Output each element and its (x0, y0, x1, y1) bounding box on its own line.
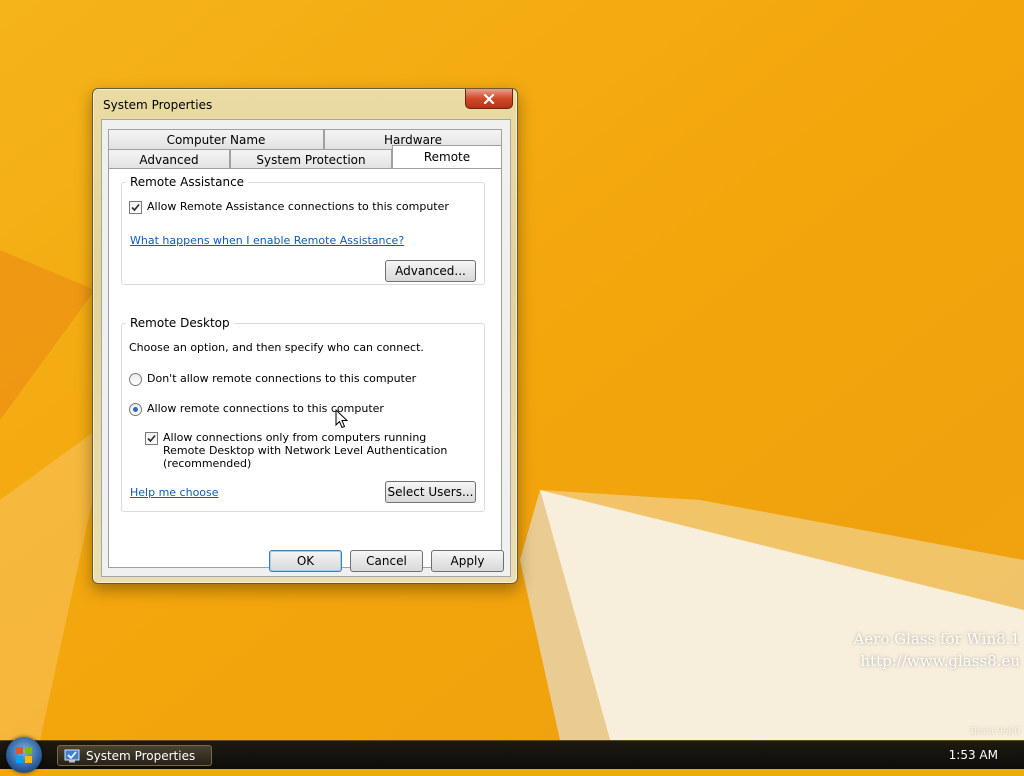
dont-allow-remote-label: Don't allow remote connections to this c… (147, 372, 417, 385)
check-icon (131, 203, 140, 212)
help-me-choose-link[interactable]: Help me choose (130, 486, 219, 499)
radio-circle[interactable] (129, 373, 142, 386)
tab-advanced[interactable]: Advanced (108, 149, 230, 169)
tab-system-protection[interactable]: System Protection (230, 149, 392, 169)
close-icon (483, 93, 495, 104)
remote-desktop-instruction: Choose an option, and then specify who c… (129, 341, 424, 354)
watermark-build: Build 9600 (970, 727, 1020, 737)
tab-computer-name[interactable]: Computer Name (108, 129, 324, 149)
radio-circle-selected[interactable] (129, 403, 142, 416)
dialog-client-area: Computer Name Hardware Advanced System P… (101, 119, 511, 577)
remote-desktop-legend: Remote Desktop (130, 316, 230, 330)
tab-remote[interactable]: Remote (392, 145, 502, 168)
checkbox-box[interactable] (129, 201, 142, 214)
remote-assistance-legend: Remote Assistance (130, 175, 245, 189)
nla-checkbox-label: Allow connections only from computers ru… (163, 431, 448, 470)
taskbar-item-label: System Properties (86, 748, 196, 763)
title-bar[interactable]: System Properties (93, 89, 517, 121)
dont-allow-remote-radio[interactable]: Don't allow remote connections to this c… (129, 372, 416, 386)
taskbar: System Properties 1:53 AM (0, 737, 1024, 773)
mouse-cursor-icon (335, 409, 349, 429)
close-button[interactable] (465, 89, 513, 109)
allow-remote-assistance-checkbox[interactable]: Allow Remote Assistance connections to t… (129, 200, 449, 214)
select-users-button[interactable]: Select Users... (385, 481, 476, 503)
system-properties-icon (64, 749, 80, 762)
apply-button[interactable]: Apply (431, 550, 504, 572)
checkbox-box[interactable] (145, 432, 158, 445)
advanced-button[interactable]: Advanced... (385, 260, 476, 282)
watermark-line1: Aero Glass for Win8.1 (853, 630, 1020, 648)
ok-button[interactable]: OK (269, 550, 342, 572)
taskbar-item-system-properties[interactable]: System Properties (57, 745, 212, 766)
system-properties-window: System Properties Computer Name Hardware… (92, 88, 518, 584)
window-title: System Properties (103, 98, 213, 112)
allow-remote-assistance-label: Allow Remote Assistance connections to t… (147, 200, 449, 213)
remote-assistance-help-link[interactable]: What happens when I enable Remote Assist… (130, 234, 404, 247)
taskbar-clock[interactable]: 1:53 AM (949, 748, 998, 762)
nla-checkbox[interactable]: Allow connections only from computers ru… (145, 431, 455, 470)
remote-tab-panel: Remote Assistance Allow Remote Assistanc… (108, 168, 502, 568)
tab-row-2: Advanced System Protection Remote (108, 145, 502, 169)
cancel-button[interactable]: Cancel (350, 550, 423, 572)
check-icon (147, 434, 156, 443)
watermark-line2: http://www.glass8.eu (860, 652, 1020, 670)
